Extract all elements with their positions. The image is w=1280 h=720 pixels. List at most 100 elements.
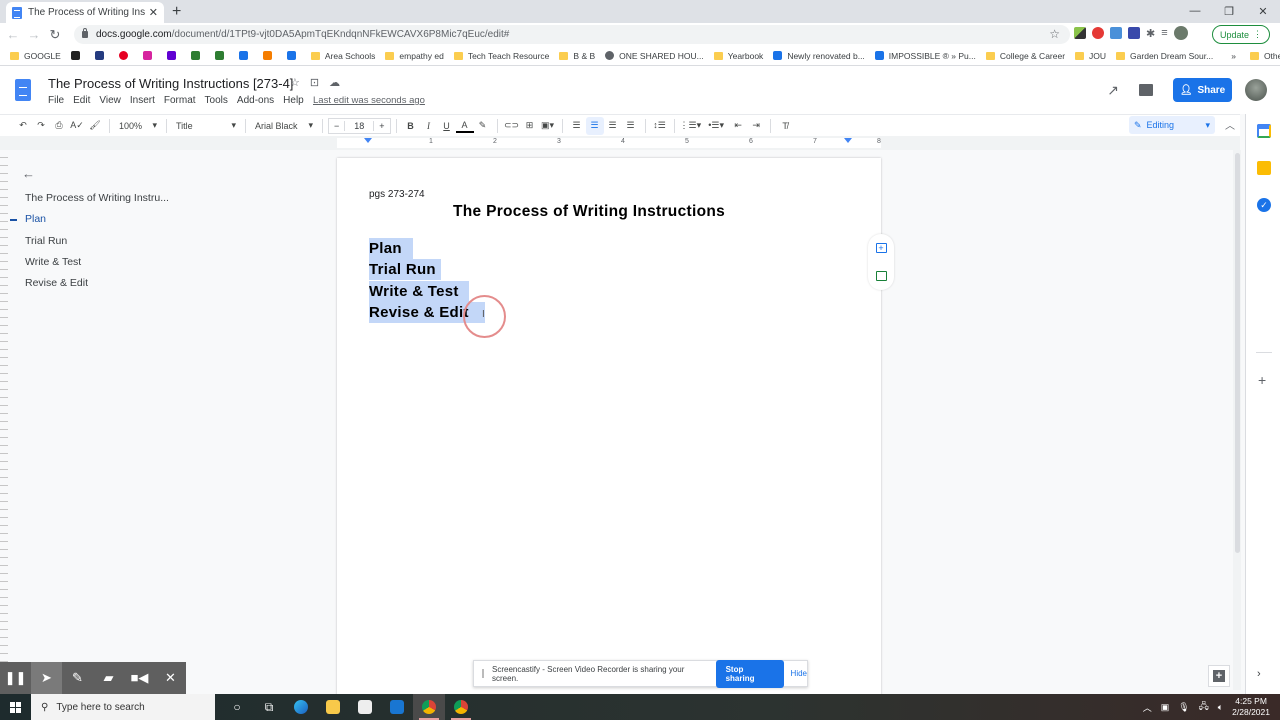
bookmark-item[interactable]: Tech Teach Resource (453, 51, 549, 61)
start-button[interactable] (0, 701, 30, 713)
cloud-saved-icon[interactable]: ☁ (329, 76, 340, 89)
bold-button[interactable]: B (402, 117, 420, 135)
spellcheck-icon[interactable]: A✓ (68, 117, 86, 135)
restore-button[interactable]: ❐ (1212, 0, 1246, 22)
immersive-reader-extension-icon[interactable] (1128, 27, 1140, 39)
network-icon[interactable]: 🖧︎ (1199, 699, 1209, 715)
outline-item[interactable]: Revise & Edit (25, 277, 88, 289)
collapse-menus-icon[interactable]: ︿ (1225, 117, 1235, 132)
menu-addons[interactable]: Add-ons (237, 95, 274, 106)
underline-button[interactable]: U (438, 117, 456, 135)
redo-icon[interactable]: ↷ (32, 117, 50, 135)
star-icon[interactable]: ☆ (290, 76, 300, 89)
stop-sharing-button[interactable]: Stop sharing (715, 659, 784, 688)
meet-now-icon[interactable]: ▣ (1161, 702, 1170, 713)
editing-mode-select[interactable]: ✎ Editing ▾ (1129, 116, 1215, 134)
close-tab-icon[interactable]: ✕ (149, 6, 158, 19)
bookmark-item[interactable]: Area Schools (310, 51, 375, 61)
outline-item[interactable]: Write & Test (25, 256, 81, 268)
selected-text-line[interactable]: Plan (369, 238, 413, 259)
menu-edit[interactable]: Edit (73, 95, 90, 106)
bookmark-item[interactable] (166, 51, 181, 60)
bookmark-item[interactable]: College & Career (985, 51, 1065, 61)
url-input[interactable]: docs.google.com/document/d/1TPt9-vjt0DA5… (74, 25, 1070, 44)
extensions-puzzle-icon[interactable]: ✱ (1146, 27, 1155, 40)
task-view-icon[interactable]: ⧉ (253, 694, 285, 720)
align-left-icon[interactable]: ☰ (568, 117, 586, 135)
chrome-app[interactable] (445, 694, 477, 720)
bookmark-item[interactable] (142, 51, 157, 60)
bookmark-item[interactable] (286, 51, 301, 60)
new-tab-button[interactable]: + (172, 3, 181, 21)
document-title[interactable]: The Process of Writing Instructions [273… (48, 76, 293, 91)
menu-format[interactable]: Format (164, 95, 196, 106)
last-edit-link[interactable]: Last edit was seconds ago (313, 95, 425, 106)
menu-help[interactable]: Help (283, 95, 304, 106)
bookmark-item[interactable] (70, 51, 85, 60)
outline-item[interactable]: Plan (25, 213, 46, 225)
bookmark-item[interactable]: B & B (559, 51, 595, 61)
camera-icon[interactable]: ■◀ (124, 662, 155, 694)
close-outline-arrow-icon[interactable]: ← (22, 166, 35, 181)
bookmark-item[interactable] (214, 51, 229, 60)
file-explorer-app[interactable] (317, 694, 349, 720)
bookmark-item[interactable]: IMPOSSIBLE ® » Pu... (874, 51, 976, 61)
document-page[interactable] (337, 158, 881, 698)
selected-text-line[interactable]: Trial Run (369, 259, 441, 281)
menu-insert[interactable]: Insert (130, 95, 155, 106)
menu-file[interactable]: File (48, 95, 64, 106)
clock[interactable]: 4:25 PM 2/28/2021 (1232, 696, 1270, 718)
bookmark-item[interactable]: ONE SHARED HOU... (605, 51, 704, 61)
outline-item[interactable]: The Process of Writing Instru... (25, 192, 169, 204)
align-right-icon[interactable]: ☰ (604, 117, 622, 135)
back-button[interactable]: ← (5, 27, 21, 42)
clear-formatting-icon[interactable]: T̸ (776, 117, 794, 135)
comment-history-icon[interactable] (1139, 84, 1153, 96)
show-hidden-icons-chevron[interactable]: ︿ (1143, 701, 1152, 714)
eraser-icon[interactable]: ▰ (93, 662, 124, 694)
edge-app[interactable] (285, 694, 317, 720)
insert-link-icon[interactable]: ⊂⊃ (503, 117, 521, 135)
decrease-indent-icon[interactable]: ⇤ (729, 117, 747, 135)
paint-format-icon[interactable]: 🖌︎ (86, 117, 104, 135)
activity-trend-icon[interactable]: ↗ (1107, 82, 1119, 99)
left-indent-marker[interactable] (364, 138, 372, 143)
undo-icon[interactable]: ↶ (14, 117, 32, 135)
profile-avatar[interactable] (1173, 26, 1188, 40)
right-indent-marker[interactable] (844, 138, 852, 143)
google-docs-logo-icon[interactable] (15, 79, 31, 101)
google-calendar-icon[interactable] (1257, 124, 1271, 138)
chrome-app-active[interactable] (413, 694, 445, 720)
pointer-icon[interactable]: ➤ (31, 662, 62, 694)
bookmark-item[interactable] (262, 51, 277, 60)
bookmark-item[interactable] (238, 51, 253, 60)
account-avatar[interactable] (1245, 79, 1267, 101)
align-center-icon[interactable]: ☰ (585, 116, 604, 135)
increase-font-size-button[interactable]: + (374, 121, 389, 131)
close-icon[interactable]: ✕ (155, 662, 186, 694)
suggest-edits-icon[interactable] (875, 271, 887, 281)
translate-extension-icon[interactable] (1110, 27, 1122, 39)
selected-text-line[interactable]: Write & Test (369, 280, 469, 302)
microphone-icon[interactable]: 🎙︎ (1178, 702, 1189, 713)
close-window-button[interactable]: ✕ (1246, 0, 1280, 22)
eyedropper-extension-icon[interactable] (1074, 27, 1086, 39)
store-app[interactable] (349, 694, 381, 720)
decrease-font-size-button[interactable]: − (329, 121, 344, 131)
justify-icon[interactable]: ☰ (622, 117, 640, 135)
numbered-list-icon[interactable]: ⋮☰▾ (680, 117, 702, 135)
bookmark-item[interactable]: Newly renovated b... (773, 51, 865, 61)
bookmark-item[interactable]: empathy ed (385, 51, 444, 61)
font-select[interactable]: Arial Black ▾ (251, 117, 317, 135)
mail-app[interactable] (381, 694, 413, 720)
minimize-button[interactable]: — (1178, 0, 1212, 22)
screencastify-extension-icon[interactable] (1092, 27, 1104, 39)
scrollbar-thumb[interactable] (1235, 153, 1240, 553)
bookmark-item[interactable] (190, 51, 205, 60)
more-bookmarks-button[interactable]: » (1231, 51, 1236, 61)
volume-icon[interactable]: 🔈︎ (1218, 702, 1223, 713)
hide-button[interactable]: Hide (791, 669, 807, 678)
text-color-button[interactable]: A (455, 119, 474, 133)
drag-handle-icon[interactable] (482, 669, 484, 678)
menu-tools[interactable]: Tools (205, 95, 228, 106)
